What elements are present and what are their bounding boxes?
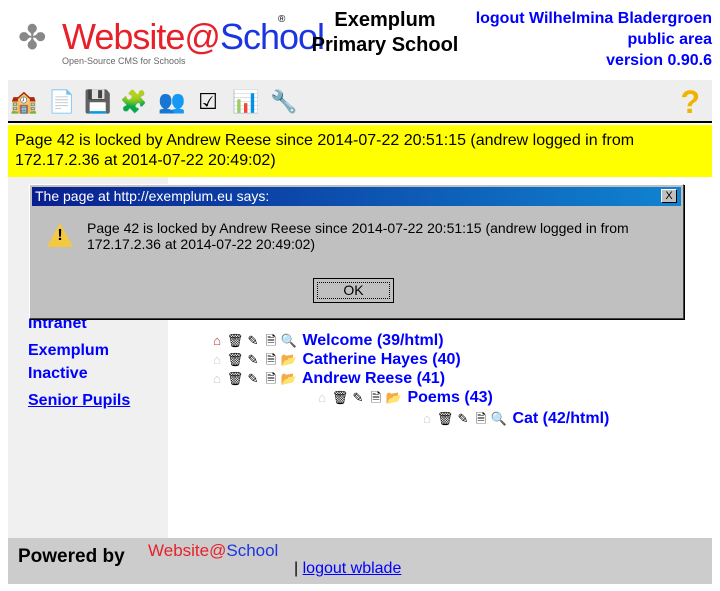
trash-icon[interactable]: 🗑 <box>226 333 244 349</box>
dialog-message: Page 42 is locked by Andrew Reese since … <box>87 220 629 252</box>
dialog-title-bar: The page at http://exemplum.eu says: X <box>32 187 681 206</box>
separator: | <box>294 560 299 577</box>
account-manager-icon[interactable]: 👥 <box>158 88 186 116</box>
pencil-icon[interactable]: ✎ <box>244 352 262 368</box>
site-title: Exemplum Primary School <box>311 9 459 56</box>
page-icon[interactable]: 🗎 <box>262 370 280 392</box>
start-icon[interactable]: 🏫 <box>10 88 38 116</box>
home-icon[interactable]: ⌂ <box>208 371 226 386</box>
trash-icon[interactable]: 🗑 <box>226 371 244 387</box>
lock-message: Page 42 is locked by Andrew Reese since … <box>8 125 712 177</box>
alert-dialog: The page at http://exemplum.eu says: X !… <box>29 184 684 319</box>
website-at-school-logo: ✤ Website@School Open-Source CMS for Sch… <box>18 14 325 66</box>
pencil-icon[interactable]: ✎ <box>454 411 472 427</box>
home-icon[interactable]: ⌂ <box>418 411 436 426</box>
powered-by: Powered by <box>18 546 125 567</box>
file-manager-icon[interactable]: 💾 <box>84 88 112 116</box>
tools-icon[interactable]: 🔧 <box>270 88 298 116</box>
help-icon[interactable]: ? <box>680 84 700 121</box>
tree-node: ⌂ 🗑 ✎ 🗎 📂 Poems (43) <box>313 389 493 411</box>
logout-link[interactable]: logout Wilhelmina Bladergroen <box>476 10 712 27</box>
configuration-icon[interactable]: ☑ <box>194 88 222 116</box>
node-link[interactable]: Andrew Reese (41) <box>302 370 445 387</box>
node-link[interactable]: Poems (43) <box>407 389 492 406</box>
version-link[interactable]: version 0.90.6 <box>606 52 712 69</box>
page-manager-icon[interactable]: 📄 <box>48 88 76 116</box>
preview-icon[interactable]: 🔍 <box>490 411 508 427</box>
public-area-link[interactable]: public area <box>628 31 712 48</box>
footer: Powered by Website@School | logout wblad… <box>8 538 712 584</box>
pencil-icon[interactable]: ✎ <box>349 390 367 406</box>
sidebar-item-senior-pupils[interactable]: Senior Pupils <box>28 392 130 410</box>
dialog-title: The page at http://exemplum.eu says: <box>35 188 270 204</box>
folder-icon[interactable]: 📂 <box>280 371 298 387</box>
trash-icon[interactable]: 🗑 <box>436 411 454 427</box>
footer-logo[interactable]: Website@School <box>148 541 278 561</box>
folder-icon[interactable]: 📂 <box>385 390 403 406</box>
preview-icon[interactable]: 🔍 <box>280 333 298 349</box>
tree-node: ⌂ 🗑 ✎ 🗎 🔍 Cat (42/html) <box>418 410 609 432</box>
node-link[interactable]: Cat (42/html) <box>512 410 609 427</box>
folder-icon[interactable]: 📂 <box>280 352 298 368</box>
footer-logout-link[interactable]: logout wblade <box>303 560 402 577</box>
user-links: logout Wilhelmina Bladergroen public are… <box>476 8 712 71</box>
logo-subtitle: Open-Source CMS for Schools <box>62 56 186 66</box>
statistics-icon[interactable]: 📊 <box>232 88 260 116</box>
home-icon[interactable]: ⌂ <box>208 352 226 367</box>
home-icon[interactable]: ⌂ <box>313 390 331 405</box>
home-icon[interactable]: ⌂ <box>208 333 226 348</box>
puzzle-icon: ✤ <box>18 19 47 57</box>
sidebar-item-exemplum[interactable]: Exemplum <box>28 342 109 360</box>
node-link[interactable]: Welcome (39/html) <box>302 332 443 349</box>
trash-icon[interactable]: 🗑 <box>226 352 244 368</box>
node-link[interactable]: Catherine Hayes (40) <box>302 351 460 368</box>
close-button[interactable]: X <box>661 189 677 203</box>
sidebar-item-inactive[interactable]: Inactive <box>28 365 88 383</box>
ok-button[interactable]: OK <box>313 278 394 303</box>
pencil-icon[interactable]: ✎ <box>244 371 262 387</box>
trash-icon[interactable]: 🗑 <box>331 390 349 406</box>
page-icon[interactable]: 🗎 <box>472 410 490 432</box>
pencil-icon[interactable]: ✎ <box>244 333 262 349</box>
page-icon[interactable]: 🗎 <box>367 389 385 411</box>
toolbar: 🏫 📄 💾 🧩 👥 ☑ 📊 🔧 ? <box>8 80 712 123</box>
modules-icon[interactable]: 🧩 <box>120 88 148 116</box>
